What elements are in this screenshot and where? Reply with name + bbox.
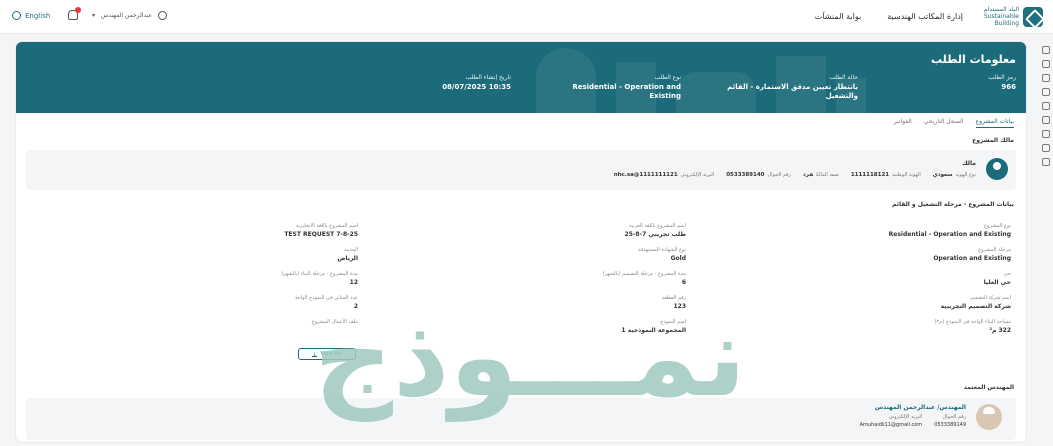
nav-item-facilities[interactable]: بوابة المنشآت	[815, 12, 861, 21]
rail-home-icon[interactable]	[1042, 46, 1050, 54]
language-label: English	[25, 11, 51, 20]
project-city: المدينة الرياض	[337, 247, 358, 262]
owner-email: البريد الإلكترونيnhc.sa@1111111121	[613, 172, 715, 178]
engineer-email: البريد الإلكتروني Amuhaidli11@gmail.com	[859, 414, 923, 428]
field-label: حالة الطلب	[829, 74, 858, 81]
top-bar: البلد المستدام Sustainable Building إدار…	[0, 0, 1053, 34]
project-works-file: ملف الأعمال المشروع	[311, 319, 358, 325]
project-district: حي حي العليا	[983, 271, 1011, 286]
side-rail	[1039, 40, 1053, 200]
field-value: 10:35 08/07/2025	[442, 83, 511, 91]
app-logo[interactable]: البلد المستدام Sustainable Building	[979, 6, 1043, 27]
logo-text: البلد المستدام Sustainable Building	[983, 6, 1019, 27]
owner-capacity: صفة المالكفرد	[802, 172, 839, 178]
owner-avatar-icon	[986, 158, 1008, 180]
engineer-panel: المهندس/ عبدالرحمن المهندس رقم الجوال 053…	[26, 398, 1016, 440]
notification-badge	[75, 7, 81, 13]
field-label: رمز الطلب	[988, 74, 1016, 81]
rail-gear-icon[interactable]	[1042, 130, 1050, 138]
engineer-details: رقم الجوال 0533389149 البريد الإلكتروني Am…	[860, 414, 966, 428]
logo-icon	[1023, 6, 1043, 27]
engineer-avatar	[976, 404, 1002, 430]
field-created-date: تاريخ إنشاء الطلب 10:35 08/07/2025	[442, 74, 511, 92]
owner-panel: مالك نوع الهويةسعودي الهوية الوطنية11111…	[26, 150, 1016, 190]
owner-id-type: نوع الهويةسعودي	[932, 172, 976, 178]
owner-name: مالك	[962, 160, 976, 167]
field-value: بانتظار تعيين مدقق الاستمارة - القائم وا…	[727, 83, 858, 100]
owner-national-id: الهوية الوطنية1111118121	[850, 172, 921, 178]
tab-history[interactable]: السجل التاريخي	[924, 118, 964, 128]
user-name: عبدالرحمن المهندس	[101, 12, 153, 19]
engineer-name: المهندس/ عبدالرحمن المهندس	[874, 404, 966, 411]
language-switch[interactable]: English	[12, 11, 50, 20]
project-design-company: اسم شركة التصميم شركة التصميم التجريبية	[940, 295, 1011, 310]
owner-mobile: رقم الجوال0533389140	[726, 172, 791, 178]
chevron-down-icon: ▾	[92, 12, 96, 19]
tab-bar: بيانات المشروع السجل التاريخي الفواتير	[894, 118, 1014, 128]
download-icon: ↓	[312, 351, 318, 358]
view-file-button[interactable]: ↓ View file	[298, 348, 356, 360]
nav-item-offices[interactable]: إدارة المكاتب الهندسية	[887, 12, 963, 21]
field-request-id: رمز الطلب 966	[988, 74, 1016, 92]
rail-grid-icon[interactable]	[1042, 88, 1050, 96]
engineer-mobile: رقم الجوال 0533389149	[934, 414, 966, 428]
project-name-en: اسم المشروع باللغة الانجليزية TEST REQUES…	[284, 223, 358, 238]
rail-check-icon[interactable]	[1042, 102, 1050, 110]
section-title-project: بيانات المشروع - مرحلة التشغيل و القائم	[892, 201, 1014, 208]
field-request-type: نوع الطلب Residential - Operation and Ex…	[571, 74, 681, 101]
globe-icon	[12, 11, 21, 20]
field-label: نوع الطلب	[654, 74, 681, 81]
project-build-duration: مدة المشروع - مرحلة البناء (بالشهر) 12	[281, 271, 358, 286]
rail-target-icon[interactable]	[1042, 116, 1050, 124]
tab-project-data[interactable]: بيانات المشروع	[975, 118, 1014, 128]
page-title: معلومات الطلب	[931, 53, 1016, 66]
user-icon	[158, 11, 168, 20]
request-header: معلومات الطلب رمز الطلب 966 حالة الطلب ب…	[16, 42, 1026, 113]
tab-invoices[interactable]: الفواتير	[894, 118, 912, 128]
project-type: نوع المشروع Residential - Operation and E…	[888, 223, 1011, 238]
project-name-ar: اسم المشروع باللغة العربية طلب تجريبي 7-8…	[624, 223, 686, 238]
rail-settings-icon[interactable]	[1042, 60, 1050, 68]
project-buildings-count: عدد المباني في النموذج الواحد 2	[294, 295, 358, 310]
top-nav: إدارة المكاتب الهندسية بوابة المنشآت	[815, 12, 963, 21]
notification-bell-icon[interactable]	[68, 7, 81, 20]
project-building-area: مساحة البناء الواحد في النموذج (م٢) 322 م…	[934, 319, 1011, 334]
field-label: تاريخ إنشاء الطلب	[465, 74, 511, 81]
user-menu[interactable]: ▾ عبدالرحمن المهندس	[92, 11, 168, 20]
rail-report-icon[interactable]	[1042, 158, 1050, 166]
project-stage: مرحلة المشروع Operation and Existing	[933, 247, 1011, 262]
section-title-owner: مالك المشروع	[972, 137, 1014, 144]
project-model-name: اسم النموذج المجموعة النموذجية 1	[621, 319, 686, 334]
project-design-duration: مدة المشروع - مرحلة التصميم (بالشهر) 6	[602, 271, 686, 286]
request-card: معلومات الطلب رمز الطلب 966 حالة الطلب ب…	[16, 42, 1026, 442]
section-title-engineer: المهندس المعتمد	[963, 384, 1014, 391]
field-value: 966	[1001, 83, 1016, 91]
rail-building-icon[interactable]	[1042, 74, 1050, 82]
project-certificate: نوع الشهادة المستهدفة Gold	[638, 247, 686, 262]
view-file-label: View file	[320, 351, 342, 357]
owner-details: نوع الهويةسعودي الهوية الوطنية1111118121…	[614, 172, 976, 178]
project-plot-number: رقم القطعة 123	[661, 295, 686, 310]
field-request-status: حالة الطلب بانتظار تعيين مدقق الاستمارة …	[708, 74, 858, 101]
field-value: Residential - Operation and Existing	[572, 83, 681, 100]
rail-doc-icon[interactable]	[1042, 144, 1050, 152]
